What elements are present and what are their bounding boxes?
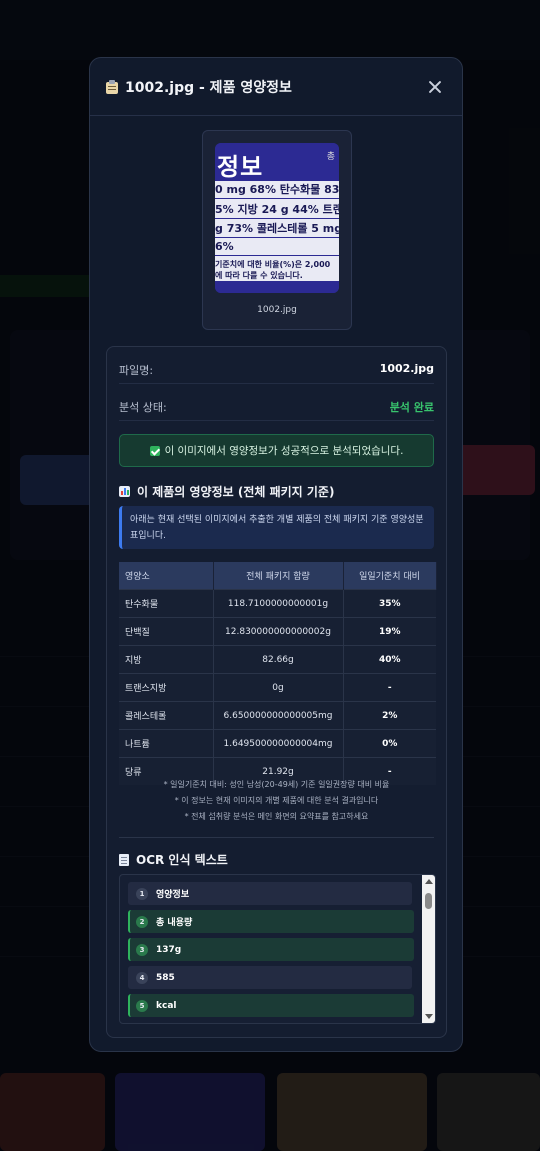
modal-title: 1002.jpg - 제품 영양정보 <box>125 79 292 96</box>
nutrient-name: 트랜스지방 <box>119 673 214 702</box>
nutrient-name: 탄수화물 <box>119 589 214 618</box>
file-name-label: 파일명: <box>119 364 154 377</box>
table-header: 일일기준치 대비 <box>343 562 437 590</box>
footnote: * 이 정보는 현재 이미지의 개별 제품에 대한 분석 결과입니다 <box>174 796 379 805</box>
ocr-text: kcal <box>156 1000 177 1011</box>
image-caption: 1002.jpg <box>257 305 297 315</box>
table-row: 단백질 12.830000000000002g 19% <box>119 617 436 646</box>
close-icon[interactable] <box>424 76 446 98</box>
nutrient-amount: 12.830000000000002g <box>213 617 344 646</box>
file-name-value: 1002.jpg <box>379 362 434 375</box>
preview-row: 5% 지방 24 g 44% 트랜 <box>215 201 339 219</box>
bar-chart-icon <box>119 486 130 497</box>
ocr-section-title: OCR 인식 텍스트 <box>119 851 228 868</box>
table-header: 영양소 <box>119 562 214 590</box>
preview-vertical: 총 <box>326 152 335 162</box>
status-value: 분석 완료 <box>389 401 434 414</box>
scrollbar[interactable] <box>422 875 435 1023</box>
nutrient-name: 지방 <box>119 645 214 674</box>
status-row: 분석 상태: 분석 완료 <box>119 392 434 421</box>
section-divider <box>119 837 434 838</box>
nutrient-percent: - <box>343 673 436 702</box>
nutrient-name: 콜레스테롤 <box>119 701 214 730</box>
analysis-info-card: 파일명: 1002.jpg 분석 상태: 분석 완료 이 이미지에서 영양정보가… <box>106 346 447 1038</box>
ocr-text: 총 내용량 <box>156 918 193 928</box>
table-row: 콜레스테롤 6.650000000000005mg 2% <box>119 701 436 730</box>
scroll-up-icon[interactable] <box>425 879 433 884</box>
nutrition-table: 영양소 전체 패키지 함량 일일기준치 대비 탄수화물 118.71000000… <box>119 562 437 785</box>
success-message: 이 이미지에서 영양정보가 성공적으로 분석되었습니다. <box>164 445 404 457</box>
scroll-thumb[interactable] <box>425 893 432 909</box>
ocr-text: 영양정보 <box>156 890 190 900</box>
preview-row: 기준치에 대한 비율(%)은 2,000 <box>215 260 331 269</box>
nutrient-percent: 2% <box>343 701 436 730</box>
nutrient-amount: 82.66g <box>213 645 344 674</box>
clipboard-icon <box>106 79 118 94</box>
check-icon <box>149 445 160 456</box>
table-header-row: 영양소 전체 패키지 함량 일일기준치 대비 <box>119 562 437 590</box>
table-row: 나트륨 1.649500000000004mg 0% <box>119 729 436 758</box>
preview-row: 6% <box>215 238 339 256</box>
scroll-down-icon[interactable] <box>425 1014 433 1019</box>
preview-row: 에 따라 다를 수 있습니다. <box>215 271 303 280</box>
ocr-text: 137g <box>156 944 182 955</box>
nutrition-section-title: 이 제품의 영양정보 (전체 패키지 기준) <box>119 483 334 500</box>
list-item: 5 kcal <box>128 994 414 1017</box>
preview-title: 정보 <box>217 153 264 181</box>
item-number: 5 <box>136 999 148 1012</box>
ocr-text-list[interactable]: 1 영양정보 2 총 내용량 3 137g 4 585 5 kcal <box>119 874 436 1024</box>
footnote: * 전체 섭취량 분석은 메인 화면의 요약표를 참고하세요 <box>184 812 369 821</box>
item-number: 2 <box>136 915 148 928</box>
ocr-text: 585 <box>156 972 175 983</box>
table-row: 탄수화물 118.7100000000001g 35% <box>119 589 436 618</box>
footnote: * 일일기준치 대비: 성인 남성(20-49세) 기준 일일권장량 대비 비율 <box>163 780 390 789</box>
ocr-title-text: OCR 인식 텍스트 <box>136 853 228 867</box>
product-image: 정보 총 0 mg 68% 탄수화물 83 5% 지방 24 g 44% 트랜 … <box>215 143 339 293</box>
item-number: 3 <box>136 943 148 956</box>
list-item: 4 585 <box>128 966 412 989</box>
table-header: 전체 패키지 함량 <box>213 562 344 590</box>
nutrient-percent: 19% <box>343 617 436 646</box>
list-item: 3 137g <box>128 938 414 961</box>
table-row: 지방 82.66g 40% <box>119 645 436 674</box>
nutrient-percent: 35% <box>343 589 436 618</box>
nutrient-percent: 40% <box>343 645 436 674</box>
modal-header: 1002.jpg - 제품 영양정보 <box>90 58 462 116</box>
item-number: 1 <box>136 887 148 900</box>
nutrient-amount: 0g <box>213 673 344 702</box>
nutrient-amount: 1.649500000000004mg <box>213 729 344 758</box>
info-notice: 아래는 현재 선택된 이미지에서 추출한 개별 제품의 전체 패키지 기준 영양… <box>119 506 434 549</box>
preview-row: 0 mg 68% 탄수화물 83 <box>215 181 339 199</box>
list-item: 1 영양정보 <box>128 882 412 905</box>
document-icon <box>119 853 129 866</box>
nutrient-amount: 6.650000000000005mg <box>213 701 344 730</box>
table-row: 트랜스지방 0g - <box>119 673 436 702</box>
image-preview-card: 정보 총 0 mg 68% 탄수화물 83 5% 지방 24 g 44% 트랜 … <box>202 130 352 330</box>
nutrition-modal: 1002.jpg - 제품 영양정보 정보 총 0 mg 68% 탄수화물 83… <box>89 57 463 1052</box>
nutrition-title-text: 이 제품의 영양정보 (전체 패키지 기준) <box>137 485 335 499</box>
preview-row: g 73% 콜레스테롤 5 mg <box>215 220 339 238</box>
status-label: 분석 상태: <box>119 401 167 414</box>
success-alert: 이 이미지에서 영양정보가 성공적으로 분석되었습니다. <box>119 434 434 467</box>
nutrient-name: 나트륨 <box>119 729 214 758</box>
file-name-row: 파일명: 1002.jpg <box>119 355 434 384</box>
item-number: 4 <box>136 971 148 984</box>
nutrient-amount: 118.7100000000001g <box>213 589 344 618</box>
nutrient-name: 단백질 <box>119 617 214 646</box>
list-item: 2 총 내용량 <box>128 910 414 933</box>
nutrient-percent: 0% <box>343 729 436 758</box>
